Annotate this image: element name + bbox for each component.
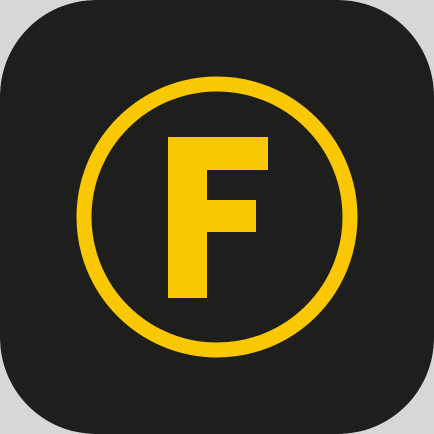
app-icon-tile[interactable] (0, 0, 434, 434)
circle-f-logo-icon (0, 0, 434, 434)
